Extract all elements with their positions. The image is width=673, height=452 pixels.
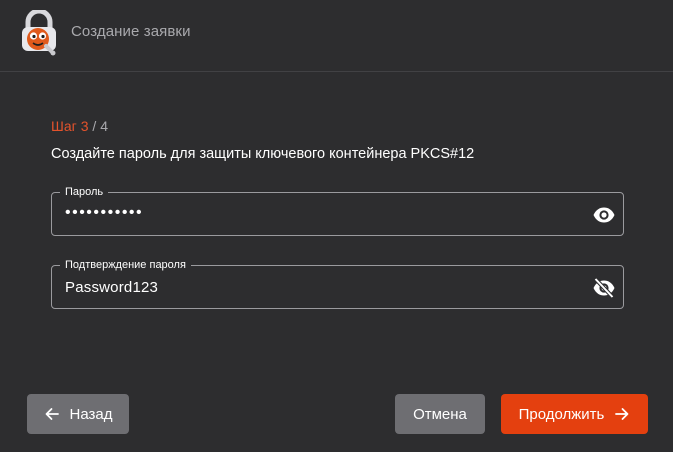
continue-button-label: Продолжить [518, 405, 605, 423]
wizard-window: Создание заявки Шаг 3 / 4 Создайте пароль… [0, 0, 673, 452]
step-subtitle: Создайте пароль для защиты ключевого кон… [51, 146, 475, 162]
confirm-password-field[interactable]: Подтверждение пароля Password123 [51, 257, 624, 309]
cancel-button-label: Отмена [413, 405, 467, 423]
eye-off-icon[interactable] [591, 275, 617, 301]
continue-button[interactable]: Продолжить [501, 394, 648, 434]
arrow-left-icon [44, 406, 60, 422]
confirm-password-value: Password123 [65, 279, 159, 296]
page-title: Создание заявки [71, 23, 191, 40]
back-button[interactable]: Назад [27, 394, 129, 434]
back-button-label: Назад [69, 405, 113, 423]
step-separator: / [92, 118, 97, 134]
cancel-button[interactable]: Отмена [395, 394, 485, 434]
password-field[interactable]: Пароль ••••••••••• [51, 184, 624, 236]
step-indicator: Шаг 3 / 4 [51, 118, 108, 134]
password-value: ••••••••••• [65, 204, 144, 221]
arrow-right-icon [614, 406, 630, 422]
step-total: 4 [100, 118, 108, 134]
header-bar: Создание заявки [0, 0, 673, 72]
eye-icon[interactable] [591, 202, 617, 228]
step-label: Шаг [51, 118, 77, 134]
confirm-password-label: Подтверждение пароля [60, 257, 191, 273]
step-current: 3 [80, 118, 89, 134]
lock-mascot-logo [18, 8, 60, 56]
password-label: Пароль [60, 184, 109, 200]
